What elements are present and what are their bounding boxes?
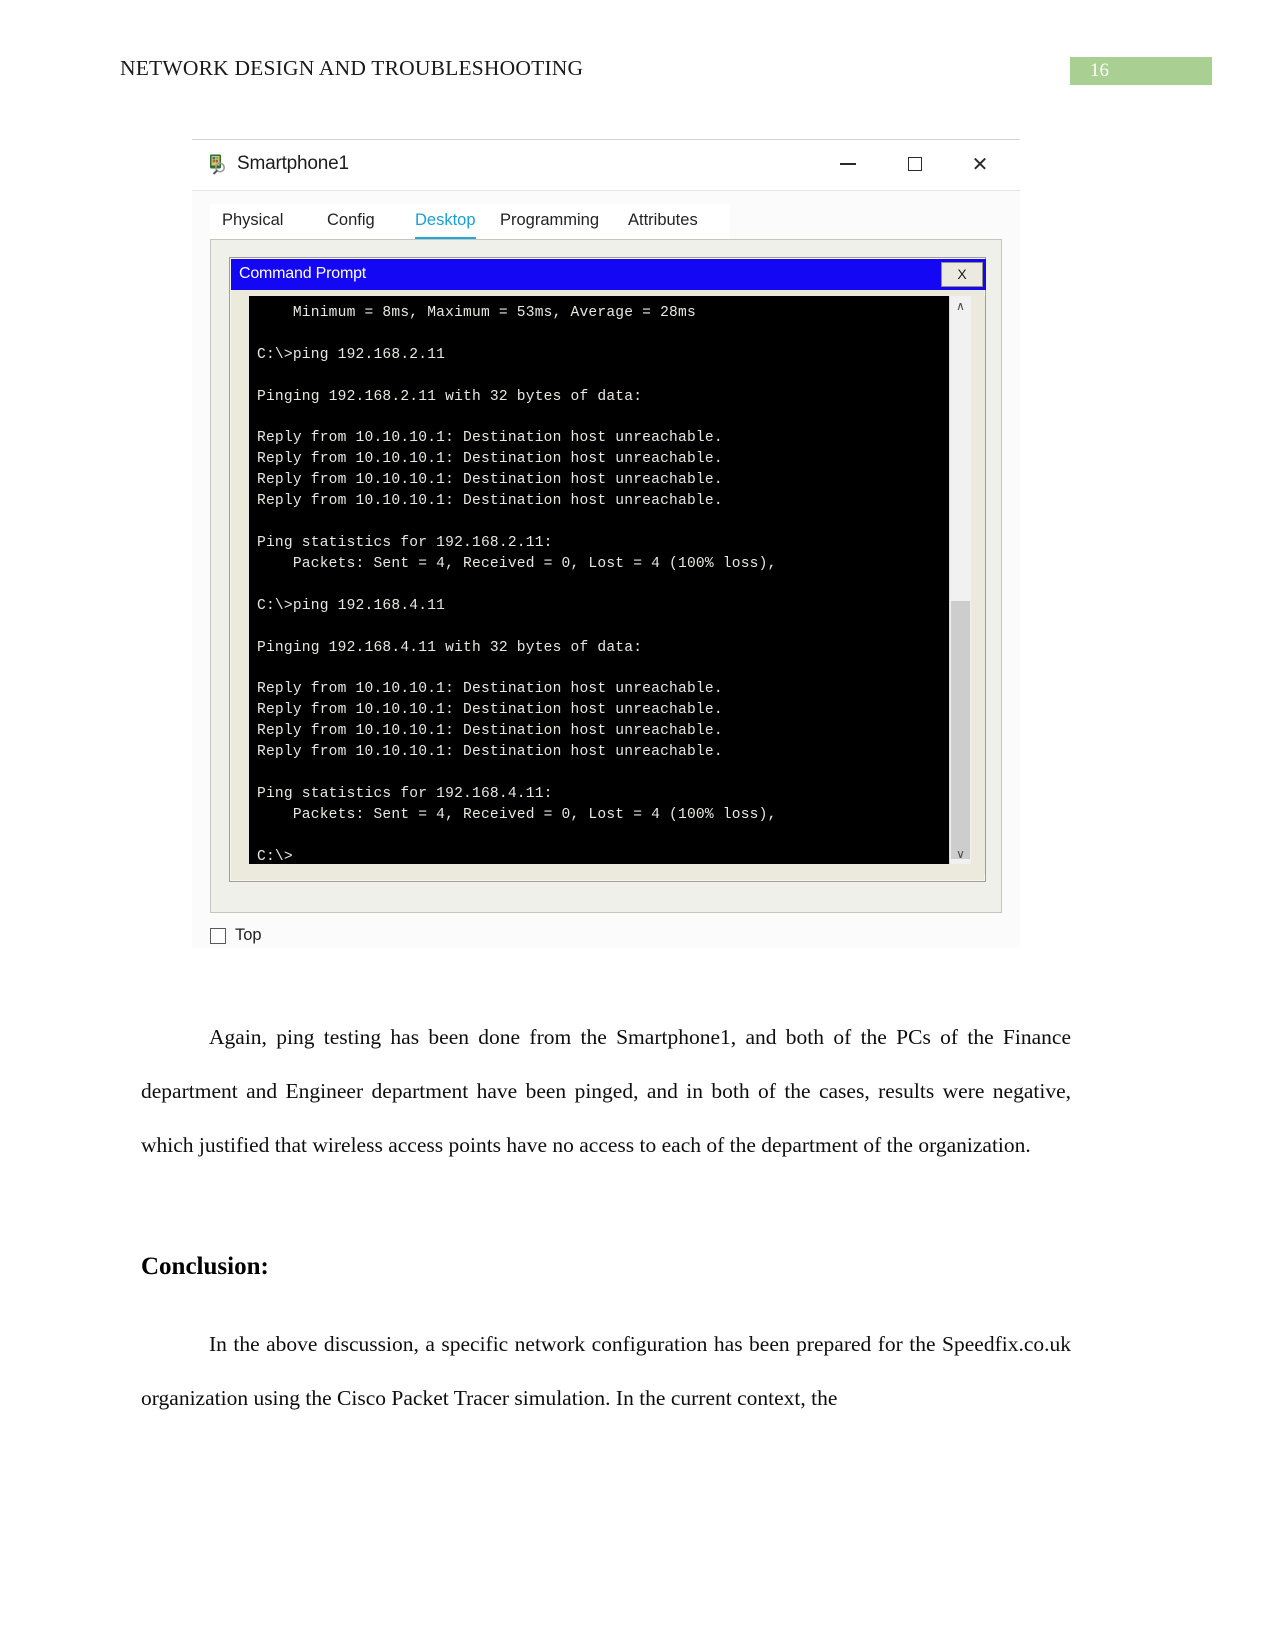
tab-bar: Physical Config Desktop Programming Attr… [210,204,730,241]
page-header: NETWORK DESIGN AND TROUBLESHOOTING 16 [0,0,1275,100]
embedded-screenshot-figure: Smartphone1 ✕ Physical Config Desktop Pr… [192,139,1020,949]
tab-desktop[interactable]: Desktop [415,211,476,240]
tab-physical[interactable]: Physical [222,211,283,237]
paragraph-2-text: In the above discussion, a specific netw… [141,1331,1071,1410]
command-prompt-body: Minimum = 8ms, Maximum = 53ms, Average =… [231,296,985,874]
top-checkbox-label: Top [235,926,262,944]
terminal-text: Minimum = 8ms, Maximum = 53ms, Average =… [257,305,777,864]
command-prompt-title: Command Prompt [239,265,367,282]
window-titlebar: Smartphone1 ✕ [192,140,1020,191]
maximize-button[interactable] [897,150,933,180]
window-content: Physical Config Desktop Programming Attr… [192,191,1020,948]
command-prompt-titlebar: Command Prompt X [231,259,986,290]
minimize-button[interactable] [830,150,866,180]
window-title: Smartphone1 [237,153,349,174]
page-number-text: 16 [1090,60,1109,81]
terminal-scrollbar[interactable]: ∧ ∨ [949,296,971,864]
paragraph-conclusion: In the above discussion, a specific netw… [141,1317,1071,1425]
tab-attributes[interactable]: Attributes [628,211,698,237]
command-prompt-window: Command Prompt X Minimum = 8ms, Maximum … [229,257,986,882]
desktop-panel: Command Prompt X Minimum = 8ms, Maximum … [210,239,1002,913]
paragraph-ping-summary: Again, ping testing has been done from t… [141,1010,1071,1172]
tab-config[interactable]: Config [327,211,375,237]
top-checkbox[interactable] [210,928,226,944]
close-icon[interactable]: ✕ [962,150,998,180]
tab-programming[interactable]: Programming [500,211,599,237]
page-number-badge: 16 [1070,57,1212,85]
command-prompt-close-button[interactable]: X [941,262,983,287]
packet-tracer-smartphone-icon [207,153,229,175]
terminal-output-area[interactable]: Minimum = 8ms, Maximum = 53ms, Average =… [249,296,949,864]
scrollbar-thumb[interactable] [951,601,970,859]
conclusion-heading: Conclusion: [141,1252,269,1280]
paragraph-1-text: Again, ping testing has been done from t… [141,1024,1071,1157]
scroll-down-arrow-icon[interactable]: ∨ [950,844,971,864]
scroll-up-arrow-icon[interactable]: ∧ [950,296,971,316]
page-title: NETWORK DESIGN AND TROUBLESHOOTING [120,56,584,80]
